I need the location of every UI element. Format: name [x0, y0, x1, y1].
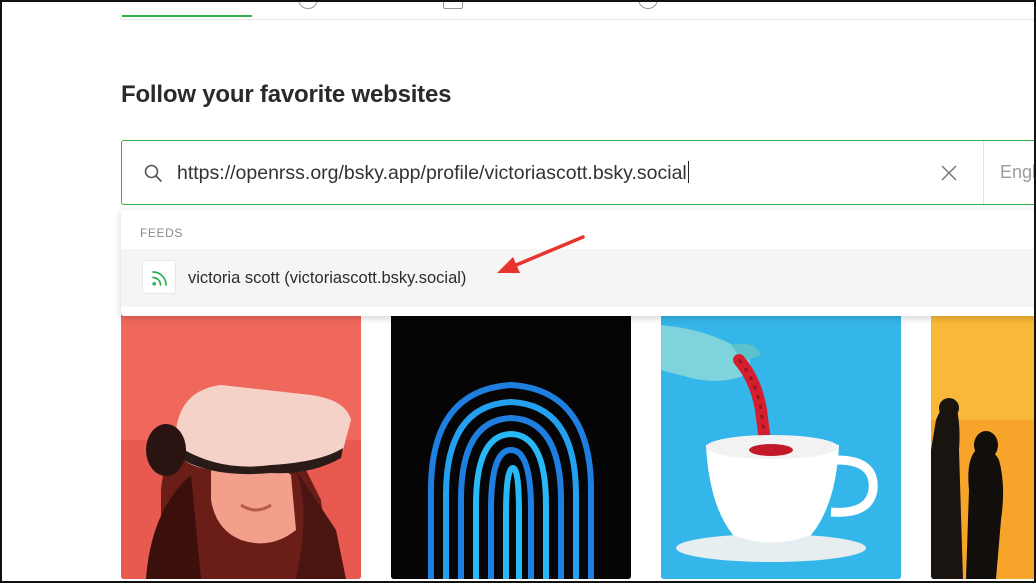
divider [983, 141, 984, 204]
search-input[interactable]: https://openrss.org/bsky.app/profile/vic… [177, 161, 690, 185]
section-header-feeds: FEEDS [140, 226, 184, 240]
tab-active[interactable] [122, 0, 252, 17]
language-select[interactable]: Engl [1000, 162, 1036, 183]
tab-icon[interactable] [638, 0, 658, 9]
suggestion-label: victoria scott (victoriascott.bsky.socia… [188, 269, 467, 287]
text-caret [687, 161, 690, 183]
vr-headset-image[interactable] [121, 300, 361, 579]
silhouettes-image[interactable] [931, 300, 1036, 579]
search-input-text: https://openrss.org/bsky.app/profile/vic… [177, 162, 687, 184]
rss-icon [142, 260, 176, 294]
tab-strip [120, 0, 1036, 20]
page-title: Follow your favorite websites [121, 81, 452, 108]
tab-icon[interactable] [443, 0, 463, 9]
search-bar[interactable]: https://openrss.org/bsky.app/profile/vic… [121, 140, 1036, 205]
teapot-image[interactable] [661, 300, 901, 579]
fingerprint-image[interactable] [391, 300, 631, 579]
annotation-arrow [497, 235, 585, 273]
search-icon [144, 164, 162, 182]
tab-icon[interactable] [298, 0, 318, 9]
close-icon[interactable] [940, 164, 958, 182]
